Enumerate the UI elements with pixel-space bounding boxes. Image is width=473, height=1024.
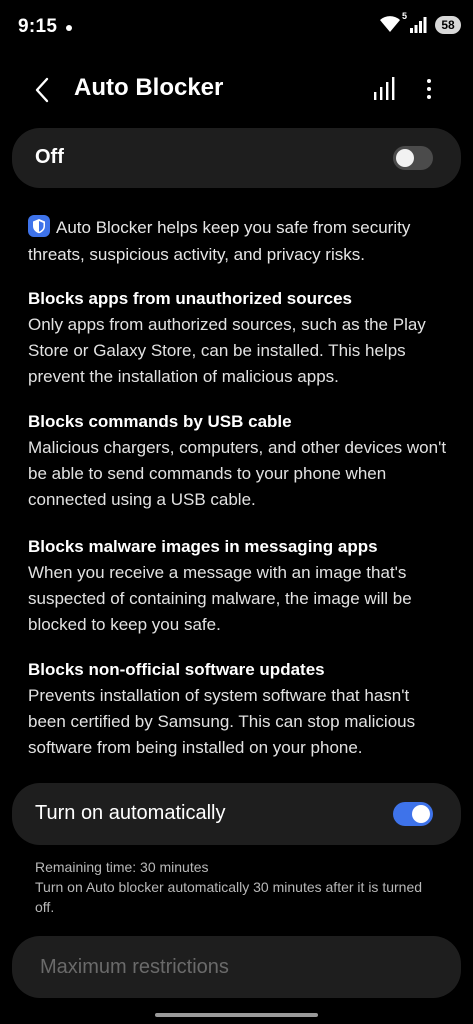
wifi-icon: 5 [379, 11, 407, 35]
feature-description: Only apps from authorized sources, such … [28, 315, 426, 386]
back-arrow-icon [35, 77, 49, 103]
feature-section: Blocks non-official software updates Pre… [28, 657, 448, 761]
feature-description: Prevents installation of system software… [28, 686, 416, 757]
status-icons: 5 58 [379, 11, 461, 35]
remaining-time-info: Remaining time: 30 minutes Turn on Auto … [35, 857, 445, 917]
auto-blocker-master-switch[interactable]: Off [12, 128, 461, 188]
intro-text-block: Auto Blocker helps keep you safe from se… [28, 214, 448, 268]
auto-turn-on-description: Turn on Auto blocker automatically 30 mi… [35, 879, 423, 915]
feature-section: Blocks commands by USB cable Malicious c… [28, 409, 448, 513]
master-switch-label: Off [35, 146, 64, 168]
app-bar: Auto Blocker [0, 62, 473, 116]
feature-section: Blocks malware images in messaging apps … [28, 534, 448, 638]
master-toggle[interactable] [393, 146, 433, 170]
more-options-button[interactable] [414, 74, 444, 104]
intro-text: Auto Blocker helps keep you safe from se… [28, 218, 411, 264]
remaining-time-text: Remaining time: 30 minutes [35, 859, 209, 875]
battery-icon: 58 [435, 16, 461, 34]
bar-chart-icon [374, 77, 395, 100]
wifi-badge: 5 [401, 11, 407, 21]
status-time: 9:15 [18, 16, 58, 37]
turn-on-automatically-label: Turn on automatically [35, 802, 226, 824]
turn-on-automatically-row[interactable]: Turn on automatically [12, 783, 461, 845]
feature-description: Malicious chargers, computers, and other… [28, 438, 447, 509]
feature-title: Blocks apps from unauthorized sources [28, 289, 353, 308]
feature-title: Blocks malware images in messaging apps [28, 537, 378, 556]
feature-title: Blocks non-official software updates [28, 660, 325, 679]
maximum-restrictions-row[interactable]: Maximum restrictions [12, 936, 461, 998]
home-indicator[interactable] [155, 1013, 318, 1017]
cell-signal-icon [409, 16, 429, 34]
feature-description: When you receive a message with an image… [28, 563, 412, 634]
back-button[interactable] [26, 74, 58, 106]
turn-on-automatically-toggle[interactable] [393, 802, 433, 826]
page-title: Auto Blocker [74, 74, 224, 101]
notification-dot-icon [66, 25, 72, 31]
more-vert-icon [427, 79, 431, 83]
maximum-restrictions-label: Maximum restrictions [40, 956, 229, 978]
statistics-button[interactable] [370, 74, 400, 104]
status-bar: 9:15 5 58 [0, 0, 473, 56]
feature-section: Blocks apps from unauthorized sources On… [28, 286, 448, 390]
feature-title: Blocks commands by USB cable [28, 412, 292, 431]
shield-icon [28, 215, 50, 237]
